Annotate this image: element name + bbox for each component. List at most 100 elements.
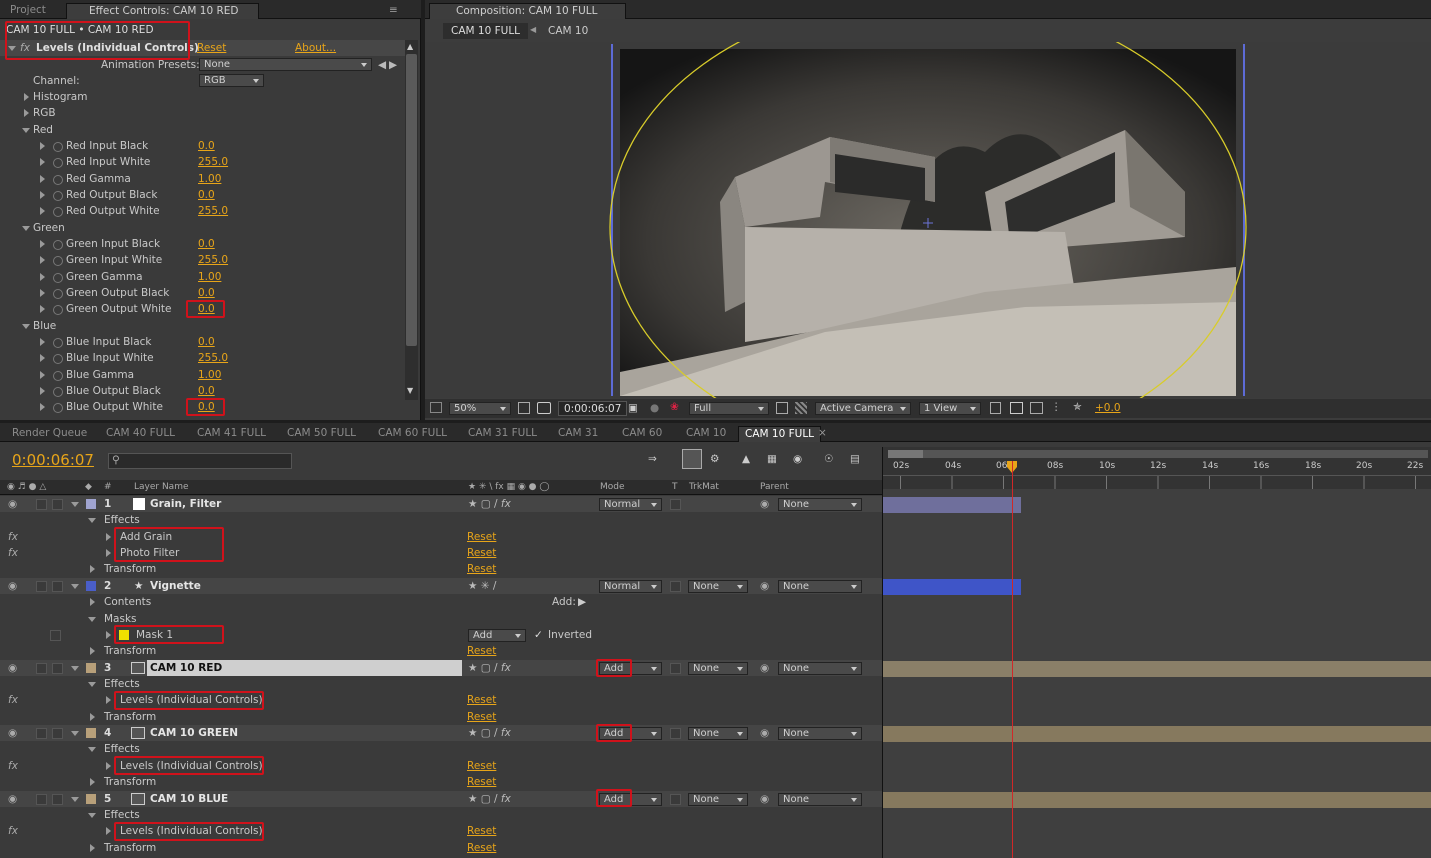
pickwhip-icon[interactable]: ◉ xyxy=(760,791,769,807)
show-snapshot-icon[interactable]: ● xyxy=(650,402,659,414)
timecode-display[interactable]: 0:00:06:07 xyxy=(558,401,628,416)
channel-icon[interactable]: ❀ xyxy=(670,401,679,413)
layer-name[interactable]: CAM 10 RED xyxy=(150,660,222,676)
switch-icons[interactable]: ★ ▢ / fx xyxy=(468,496,511,512)
tab-effect-controls[interactable]: Effect Controls: CAM 10 RED xyxy=(66,3,259,19)
stopwatch-icon[interactable] xyxy=(53,354,63,364)
exposure-icon[interactable]: ✯ xyxy=(1073,401,1082,413)
prop-value[interactable]: 255.0 xyxy=(198,252,228,268)
col-t[interactable]: T xyxy=(672,480,678,495)
expand-icon[interactable] xyxy=(24,93,29,101)
eye-icon[interactable]: ◉ xyxy=(8,725,17,741)
av-switches-icon[interactable]: ◉ ♬ ● △ xyxy=(7,480,46,495)
stopwatch-icon[interactable] xyxy=(53,207,63,217)
layer-row-1[interactable]: ◉ 1 Grain, Filter ★ ▢ / fx Normal ◉ None xyxy=(0,496,882,513)
col-trkmat[interactable]: TrkMat xyxy=(689,480,719,495)
panel-menu-icon[interactable]: ≡ xyxy=(389,4,398,16)
layer-row-5[interactable]: ◉ 5 CAM 10 BLUE ★ ▢ / fx Add None ◉ None xyxy=(0,791,882,808)
pickwhip-icon[interactable]: ◉ xyxy=(760,725,769,741)
tab-cam10[interactable]: CAM 10 xyxy=(680,426,732,442)
eye-icon[interactable]: ◉ xyxy=(8,791,17,807)
reset-link[interactable]: Reset xyxy=(467,529,496,545)
trkmat-dropdown[interactable]: None xyxy=(688,727,748,740)
snapshot-icon[interactable]: ▣ xyxy=(628,402,638,414)
parent-dropdown[interactable]: None xyxy=(778,580,862,593)
fx-icon[interactable]: fx xyxy=(8,545,18,561)
prop-value[interactable]: 1.00 xyxy=(198,269,221,285)
tab-cam10full[interactable]: CAM 10 FULL xyxy=(738,426,822,442)
prop-value[interactable]: 0.0 xyxy=(198,334,215,350)
about-link[interactable]: About... xyxy=(295,40,336,56)
collapse-icon[interactable] xyxy=(71,584,79,589)
transform-group[interactable]: Transform xyxy=(104,561,156,577)
tab-cam60[interactable]: CAM 60 xyxy=(616,426,668,442)
prop-value[interactable]: 255.0 xyxy=(198,203,228,219)
prev-preset-icon[interactable]: ◀ xyxy=(378,57,386,73)
pickwhip-icon[interactable]: ◉ xyxy=(760,496,769,512)
label-color[interactable] xyxy=(86,794,96,804)
prop-value[interactable]: 1.00 xyxy=(198,367,221,383)
label-color[interactable] xyxy=(86,663,96,673)
tab-cam41full[interactable]: CAM 41 FULL xyxy=(191,426,272,442)
scroll-down-icon[interactable]: ▼ xyxy=(407,386,413,395)
stopwatch-icon[interactable] xyxy=(53,289,63,299)
tab-cam31[interactable]: CAM 31 xyxy=(552,426,604,442)
col-mode[interactable]: Mode xyxy=(600,480,625,495)
view-layout-dropdown[interactable]: 1 View xyxy=(919,402,981,415)
col-layer-name[interactable]: Layer Name xyxy=(134,480,189,495)
comp-mini-flowchart-icon[interactable]: ⇒ xyxy=(648,453,657,465)
timeline-timecode[interactable]: 0:00:06:07 xyxy=(12,451,94,469)
collapse-icon[interactable] xyxy=(71,797,79,802)
parent-dropdown[interactable]: None xyxy=(778,727,862,740)
trkmat-dropdown[interactable]: None xyxy=(688,580,748,593)
scrollbar-thumb[interactable] xyxy=(406,54,417,346)
effects-group[interactable]: Effects xyxy=(104,741,140,757)
prop-value[interactable]: 0.0 xyxy=(198,285,215,301)
layer-bar-1[interactable] xyxy=(883,497,1021,513)
collapse-icon[interactable] xyxy=(22,226,30,231)
time-ruler[interactable]: 02s 04s 06s 08s 10s 12s 14s 16s 18s 20s … xyxy=(883,447,1431,514)
next-preset-icon[interactable]: ▶ xyxy=(389,57,397,73)
inverted-label[interactable]: Inverted xyxy=(548,627,592,643)
layer-bar-3[interactable] xyxy=(883,661,1431,677)
reset-link[interactable]: Reset xyxy=(467,823,496,839)
tab-cam31full[interactable]: CAM 31 FULL xyxy=(462,426,543,442)
fx-icon[interactable]: fx xyxy=(8,758,18,774)
expand-icon[interactable] xyxy=(24,109,29,117)
eye-icon[interactable]: ◉ xyxy=(8,578,17,594)
prop-value[interactable]: 0.0 xyxy=(198,187,215,203)
effects-group[interactable]: Effects xyxy=(104,512,140,528)
prop-value[interactable]: 0.0 xyxy=(198,138,215,154)
switch-icons[interactable]: ★ ▢ / fx xyxy=(468,791,511,807)
scroll-up-icon[interactable]: ▲ xyxy=(407,42,413,51)
mode-dropdown[interactable]: Normal xyxy=(599,498,662,511)
tab-project[interactable]: Project xyxy=(4,3,52,19)
stopwatch-icon[interactable] xyxy=(53,273,63,283)
search-input[interactable]: ⚲ xyxy=(108,453,292,469)
switch-icons[interactable]: ★ ▢ / fx xyxy=(468,725,511,741)
draft3d-icon[interactable]: ⚙ xyxy=(710,453,719,465)
stopwatch-icon[interactable] xyxy=(53,175,63,185)
label-color[interactable] xyxy=(86,499,96,509)
label-icon[interactable]: ◆ xyxy=(85,480,92,495)
prop-value[interactable]: 1.00 xyxy=(198,171,221,187)
eye-icon[interactable]: ◉ xyxy=(8,496,17,512)
label-color[interactable] xyxy=(86,728,96,738)
label-color[interactable] xyxy=(86,581,96,591)
mask-visibility-icon[interactable] xyxy=(537,402,551,414)
channel-dropdown[interactable]: RGB xyxy=(199,74,264,87)
mode-dropdown[interactable]: Normal xyxy=(599,580,662,593)
layer-row-2[interactable]: ◉ 2 ★ Vignette ★ ✳ / Normal None ◉ None xyxy=(0,578,882,595)
prop-value[interactable]: 0.0 xyxy=(198,236,215,252)
brainstorm-icon[interactable]: ☉ xyxy=(824,453,833,465)
crumb-comp-full[interactable]: CAM 10 FULL xyxy=(443,23,529,39)
prop-value[interactable]: 0.0 xyxy=(198,383,215,399)
pickwhip-icon[interactable]: ◉ xyxy=(760,578,769,594)
flowchart-icon[interactable]: ⋮ xyxy=(1051,401,1062,413)
mask-mode-dropdown[interactable]: Add xyxy=(468,629,526,642)
zoom-dropdown[interactable]: 50% xyxy=(449,402,511,415)
navigator-bar[interactable] xyxy=(888,450,1428,458)
layer-bar-2[interactable] xyxy=(883,579,1021,595)
reset-link[interactable]: Reset xyxy=(467,692,496,708)
title-safe-icon[interactable] xyxy=(518,402,530,414)
